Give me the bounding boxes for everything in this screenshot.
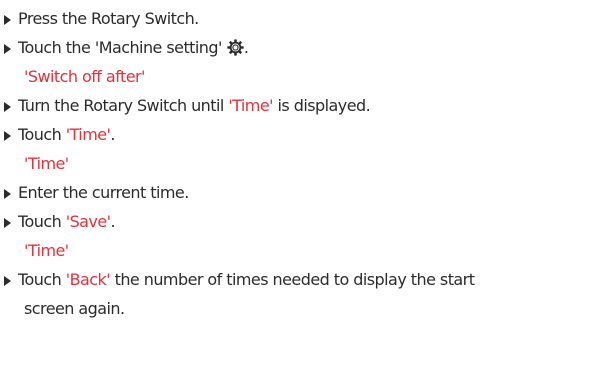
step-touch-save: Touch 'Save'. (4, 207, 116, 237)
step-text: Touch (18, 212, 66, 231)
bullet-arrow-icon (4, 131, 11, 141)
step-press-rotary-switch: Press the Rotary Switch. (4, 4, 199, 34)
highlighted-term: 'Back' (65, 270, 111, 289)
highlighted-term: 'Time' (65, 125, 111, 144)
bullet-arrow-icon (4, 15, 11, 25)
step-text: Touch (18, 270, 66, 289)
step-touch-back-continuation: screen again. (24, 299, 125, 318)
step-text: . (243, 38, 249, 57)
bullet-arrow-icon (4, 189, 11, 199)
bullet-arrow-icon (4, 102, 11, 112)
highlighted-term: 'Time' (228, 96, 273, 115)
step-text: Touch the (18, 38, 95, 57)
step-text: . (110, 125, 115, 144)
step-touch-machine-setting: Touch the 'Machine setting'. (4, 33, 249, 63)
step-text: Enter the current time. (18, 183, 189, 202)
step-text: . (110, 212, 116, 231)
result-time-saved: 'Time' (24, 241, 69, 260)
step-touch-time: Touch 'Time'. (4, 120, 115, 150)
bullet-arrow-icon (4, 44, 11, 54)
step-text: is displayed. (272, 96, 371, 115)
step-turn-rotary-switch: Turn the Rotary Switch until 'Time' is d… (4, 91, 371, 121)
step-text: 'Machine setting' (94, 38, 223, 57)
step-enter-time: Enter the current time. (4, 178, 189, 208)
bullet-arrow-icon (4, 218, 11, 228)
step-text: the number of times needed to display th… (110, 270, 475, 289)
step-text: Press the Rotary Switch. (18, 9, 199, 28)
result-time: 'Time' (24, 154, 69, 173)
step-text: Touch (18, 125, 66, 144)
step-text: Turn the Rotary Switch until (18, 96, 229, 115)
bullet-arrow-icon (4, 276, 11, 286)
gear-icon (227, 36, 244, 56)
highlighted-term: 'Save' (65, 212, 111, 231)
result-switch-off-after: 'Switch off after' (24, 67, 145, 86)
step-touch-back: Touch 'Back' the number of times needed … (4, 265, 475, 295)
